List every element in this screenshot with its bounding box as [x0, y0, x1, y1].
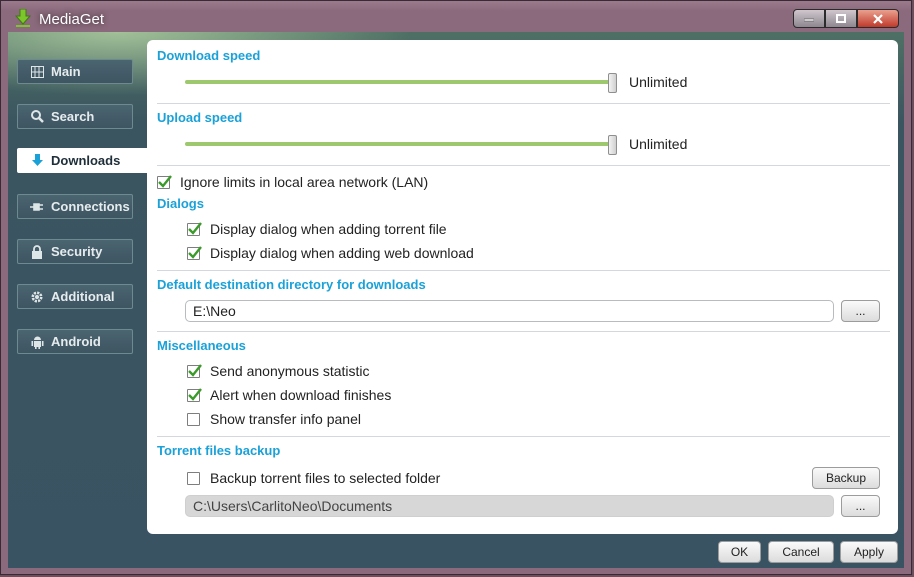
destination-title: Default destination directory for downlo… — [157, 277, 426, 292]
backup-checkbox[interactable] — [187, 471, 200, 485]
anonymous-statistic-option[interactable]: Send anonymous statistic — [187, 363, 370, 379]
backup-label: Backup torrent files to selected folder — [210, 470, 441, 486]
alert-finish-label: Alert when download finishes — [210, 387, 392, 403]
torrent-dialog-label: Display dialog when adding torrent file — [210, 221, 447, 237]
upload-speed-title: Upload speed — [157, 110, 243, 125]
maximize-button[interactable] — [825, 9, 857, 28]
transfer-panel-checkbox[interactable] — [187, 412, 200, 426]
backup-option[interactable]: Backup torrent files to selected folder — [187, 470, 440, 486]
sidebar-item-android[interactable]: Android — [17, 329, 133, 354]
anonymous-statistic-checkbox[interactable] — [187, 363, 202, 378]
checkmark-icon — [188, 245, 202, 259]
minimize-icon — [804, 18, 814, 21]
anonymous-statistic-label: Send anonymous statistic — [210, 363, 370, 379]
maximize-icon — [836, 14, 846, 23]
apply-button[interactable]: Apply — [840, 541, 898, 563]
alert-finish-option[interactable]: Alert when download finishes — [187, 387, 391, 403]
sidebar-item-label: Connections — [51, 199, 130, 214]
sidebar-item-label: Search — [51, 109, 95, 124]
ignore-lan-label: Ignore limits in local area network (LAN… — [180, 174, 429, 190]
search-icon — [30, 110, 44, 124]
torrent-dialog-option[interactable]: Display dialog when adding torrent file — [187, 221, 447, 237]
slider-thumb[interactable] — [608, 135, 617, 155]
app-window: MediaGet Main Search Downloads Connectio… — [0, 0, 912, 575]
destination-path-field[interactable]: E:\Neo — [185, 300, 834, 322]
slider-thumb[interactable] — [608, 73, 617, 93]
transfer-panel-label: Show transfer info panel — [210, 411, 361, 427]
divider — [157, 165, 890, 166]
dialogs-title: Dialogs — [157, 196, 204, 211]
ignore-lan-checkbox[interactable] — [157, 174, 172, 189]
sidebar-item-downloads[interactable]: Downloads — [17, 148, 147, 173]
sidebar-item-label: Downloads — [51, 153, 121, 168]
gear-icon — [30, 290, 44, 304]
sidebar-item-label: Additional — [51, 289, 115, 304]
close-icon — [873, 13, 883, 24]
backup-title: Torrent files backup — [157, 443, 281, 458]
window-controls — [793, 9, 899, 28]
divider — [157, 331, 890, 332]
upload-speed-slider[interactable] — [185, 135, 617, 155]
sidebar-item-label: Main — [51, 64, 81, 79]
mediaget-logo-icon — [14, 8, 32, 27]
lock-icon — [30, 244, 44, 259]
backup-path-field: C:\Users\CarlitoNeo\Documents — [185, 495, 834, 517]
alert-finish-checkbox[interactable] — [187, 387, 202, 402]
backup-browse-button[interactable]: ... — [841, 495, 880, 517]
ok-button[interactable]: OK — [718, 541, 761, 563]
web-dialog-checkbox[interactable] — [187, 245, 202, 260]
download-speed-value: Unlimited — [629, 74, 688, 90]
upload-speed-value: Unlimited — [629, 136, 688, 152]
download-arrow-icon — [30, 154, 44, 168]
sidebar-item-main[interactable]: Main — [17, 59, 133, 84]
sidebar-item-additional[interactable]: Additional — [17, 284, 133, 309]
sidebar-item-label: Android — [51, 334, 101, 349]
web-dialog-label: Display dialog when adding web download — [210, 245, 474, 261]
checkmark-icon — [188, 363, 202, 377]
cancel-button[interactable]: Cancel — [768, 541, 834, 563]
ignore-lan-option[interactable]: Ignore limits in local area network (LAN… — [157, 174, 428, 190]
close-button[interactable] — [857, 9, 899, 28]
checkmark-icon — [188, 221, 202, 235]
plug-icon — [30, 200, 44, 214]
checkmark-icon — [188, 387, 202, 401]
sidebar-item-security[interactable]: Security — [17, 239, 133, 264]
window-title: MediaGet — [39, 11, 105, 28]
torrent-dialog-checkbox[interactable] — [187, 221, 202, 236]
client-area: Main Search Downloads Connections Securi… — [8, 32, 904, 568]
destination-browse-button[interactable]: ... — [841, 300, 880, 322]
settings-panel: Download speed Unlimited Upload speed Un… — [147, 40, 898, 534]
download-speed-title: Download speed — [157, 48, 261, 63]
checkmark-icon — [158, 174, 172, 188]
sidebar-item-label: Security — [51, 244, 103, 259]
divider — [157, 436, 890, 437]
sidebar-item-connections[interactable]: Connections — [17, 194, 133, 219]
divider — [157, 270, 890, 271]
web-dialog-option[interactable]: Display dialog when adding web download — [187, 245, 474, 261]
sidebar-item-search[interactable]: Search — [17, 104, 133, 129]
divider — [157, 103, 890, 104]
minimize-button[interactable] — [793, 9, 825, 28]
transfer-panel-option[interactable]: Show transfer info panel — [187, 411, 361, 427]
backup-button[interactable]: Backup — [812, 467, 880, 489]
miscellaneous-title: Miscellaneous — [157, 338, 246, 353]
android-icon — [30, 335, 44, 349]
download-speed-slider[interactable] — [185, 73, 617, 93]
grid-icon — [30, 65, 44, 79]
